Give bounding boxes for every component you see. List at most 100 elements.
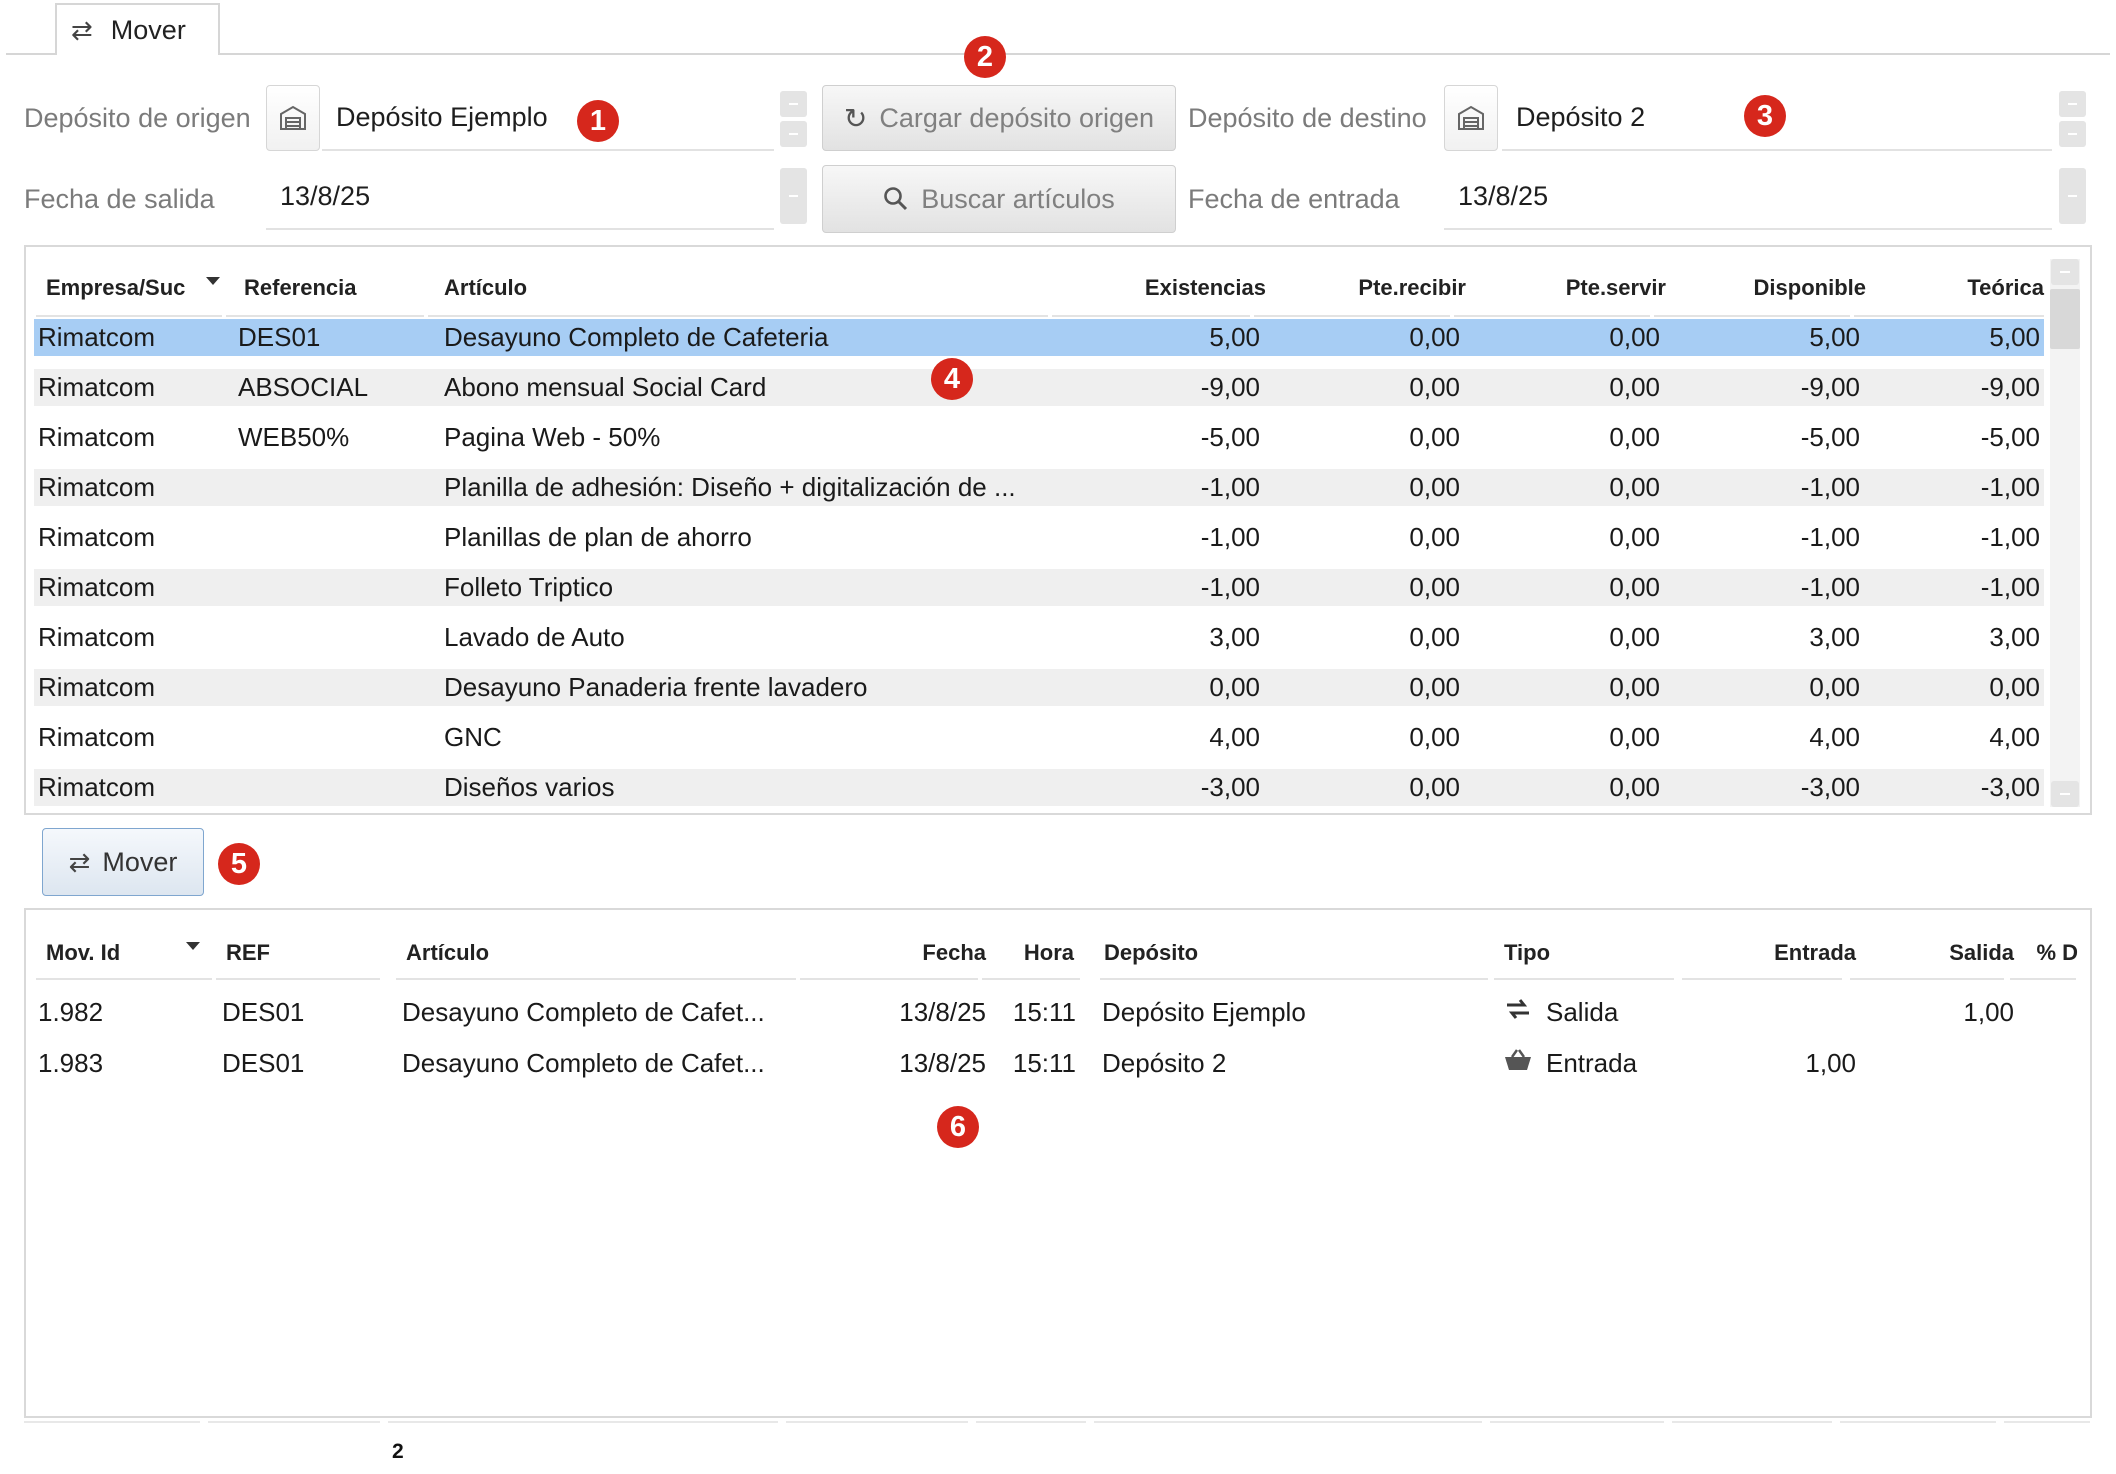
table-row[interactable]: Rimatcom Folleto Triptico -1,00 0,00 0,00 -1,…	[34, 569, 2044, 606]
scrollbar-thumb[interactable]	[2050, 289, 2080, 349]
table-cell: 0,00	[1409, 772, 1460, 802]
column-header[interactable]: Tipo	[1504, 940, 1550, 966]
sort-desc-icon[interactable]	[206, 277, 220, 285]
table-cell: 0,00	[1609, 672, 1660, 702]
departure-date-button[interactable]	[780, 168, 807, 224]
table-cell: 15:11	[1012, 997, 1076, 1027]
search-articles-button[interactable]: Buscar artículos	[822, 165, 1176, 233]
table-cell: 0,00	[1409, 622, 1460, 652]
dest-label: Depósito de destino	[1188, 103, 1427, 133]
table-cell: Rimatcom	[38, 372, 156, 402]
table-row[interactable]: Rimatcom Diseños varios -3,00 0,00 0,00 -3,00…	[34, 769, 2044, 806]
table-cell: 0,00	[1609, 322, 1660, 352]
origin-spinner[interactable]	[780, 91, 807, 147]
column-header[interactable]: Entrada	[1686, 940, 1856, 966]
origin-field[interactable]: Depósito Ejemplo	[322, 85, 774, 151]
table-row[interactable]: Rimatcom Planillas de plan de ahorro -1,00…	[34, 519, 2044, 556]
table-cell: -5,00	[1200, 422, 1260, 452]
table-row[interactable]: Rimatcom ABSOCIAL Abono mensual Social Car…	[34, 369, 2044, 406]
header-divider	[428, 315, 1048, 317]
table-cell: 4,00	[1209, 722, 1260, 752]
badge-2: 2	[964, 36, 1006, 78]
table-cell: Diseños varios	[444, 772, 615, 802]
column-header[interactable]: Pte.servir	[1456, 275, 1666, 301]
badge-3: 3	[1744, 95, 1786, 137]
load-origin-button[interactable]: ↻ Cargar depósito origen	[822, 85, 1176, 151]
footer-divider	[1490, 1421, 1664, 1423]
table-cell: 0,00	[1609, 372, 1660, 402]
table-cell: Rimatcom	[38, 772, 156, 802]
badge-5: 5	[218, 843, 260, 885]
dest-picker-button[interactable]	[1444, 85, 1498, 151]
scroll-down-button[interactable]	[2051, 781, 2079, 807]
table-row[interactable]: Rimatcom Desayuno Panaderia frente lavade…	[34, 669, 2044, 706]
table-cell	[238, 769, 428, 806]
badge-6: 6	[937, 1106, 979, 1148]
header-divider	[1052, 315, 1250, 317]
table-row[interactable]: 1.983 DES01 Desayuno Completo de Cafet... 1…	[34, 1045, 2064, 1082]
table-row[interactable]: Rimatcom Lavado de Auto 3,00 0,00 0,00 3,00 3,…	[34, 619, 2044, 656]
column-header[interactable]: % D	[2016, 940, 2078, 966]
table-cell: Folleto Triptico	[444, 572, 614, 602]
column-header[interactable]: Empresa/Suc	[46, 275, 185, 301]
table-cell: Rimatcom	[38, 322, 156, 352]
table-cell: Depósito 2	[1102, 1048, 1227, 1078]
table-row[interactable]: Rimatcom GNC 4,00 0,00 0,00 4,00 4,00	[34, 719, 2044, 756]
load-origin-label: Cargar depósito origen	[879, 102, 1155, 133]
arrival-date-field[interactable]: 13/8/25	[1444, 164, 2052, 230]
table-cell: 13/8/25	[899, 997, 986, 1027]
origin-picker-button[interactable]	[266, 85, 320, 151]
table-row[interactable]: Rimatcom WEB50% Pagina Web - 50% -5,00 0,00 0…	[34, 419, 2044, 456]
badge-4: 4	[931, 358, 973, 400]
movement-type-label: Entrada	[1546, 1048, 1638, 1078]
column-header[interactable]: Fecha	[796, 940, 986, 966]
table-cell: -1,00	[1980, 472, 2040, 502]
column-header[interactable]: Existencias	[1056, 275, 1266, 301]
header-divider	[1850, 978, 2004, 980]
column-header[interactable]: Pte.recibir	[1256, 275, 1466, 301]
table-cell: -9,00	[1980, 372, 2040, 402]
table-cell: 0,00	[1609, 772, 1660, 802]
sort-desc-icon[interactable]	[186, 942, 200, 950]
tab-mover[interactable]: ⇄ Mover	[55, 3, 220, 55]
arrival-date-button[interactable]	[2059, 168, 2086, 224]
table-cell: Planillas de plan de ahorro	[444, 522, 752, 552]
table-cell: 3,00	[1809, 622, 1860, 652]
table-row[interactable]: Rimatcom Planilla de adhesión: Diseño + d…	[34, 469, 2044, 506]
table-cell: Lavado de Auto	[444, 622, 625, 652]
footer-divider	[208, 1421, 380, 1423]
movement-type: Salida	[1504, 994, 1674, 1031]
column-header[interactable]: Referencia	[244, 275, 357, 301]
table-row-selected[interactable]: Rimatcom DES01 Desayuno Completo de Cafete…	[34, 319, 2044, 356]
table-row[interactable]: 1.982 DES01 Desayuno Completo de Cafet... 1…	[34, 994, 2064, 1031]
header-divider	[36, 315, 222, 317]
table-cell: 0,00	[1409, 422, 1460, 452]
table-cell: Desayuno Completo de Cafet...	[402, 1048, 765, 1078]
column-header[interactable]: Artículo	[406, 940, 489, 966]
dest-spinner[interactable]	[2059, 91, 2086, 147]
movements-table: Mov. Id REF Artículo Fecha Hora Depósito Tipo E…	[24, 908, 2092, 1418]
footer-divider	[976, 1421, 1086, 1423]
table-cell	[238, 519, 428, 556]
column-header[interactable]: Hora	[986, 940, 1074, 966]
column-header[interactable]: Disponible	[1656, 275, 1866, 301]
scroll-up-button[interactable]	[2051, 259, 2079, 285]
table-cell: 0,00	[1209, 672, 1260, 702]
column-header[interactable]: Salida	[1846, 940, 2014, 966]
column-header[interactable]: Depósito	[1104, 940, 1198, 966]
table-cell: 1,00	[1805, 1048, 1856, 1078]
table-cell: 15:11	[1012, 1048, 1076, 1078]
table-cell: 0,00	[1409, 522, 1460, 552]
table-cell: Rimatcom	[38, 722, 156, 752]
column-header[interactable]: Mov. Id	[46, 940, 120, 966]
column-header[interactable]: Teórica	[1856, 275, 2044, 301]
column-header[interactable]: REF	[226, 940, 270, 966]
footer-divider	[1672, 1421, 1832, 1423]
departure-date-field[interactable]: 13/8/25	[266, 164, 774, 230]
table-cell: -1,00	[1980, 572, 2040, 602]
column-header[interactable]: Artículo	[444, 275, 527, 301]
move-button[interactable]: ⇄ Mover	[42, 828, 204, 896]
stock-scrollbar[interactable]	[2050, 259, 2080, 807]
table-cell: ABSOCIAL	[238, 372, 369, 402]
origin-label: Depósito de origen	[24, 103, 251, 133]
